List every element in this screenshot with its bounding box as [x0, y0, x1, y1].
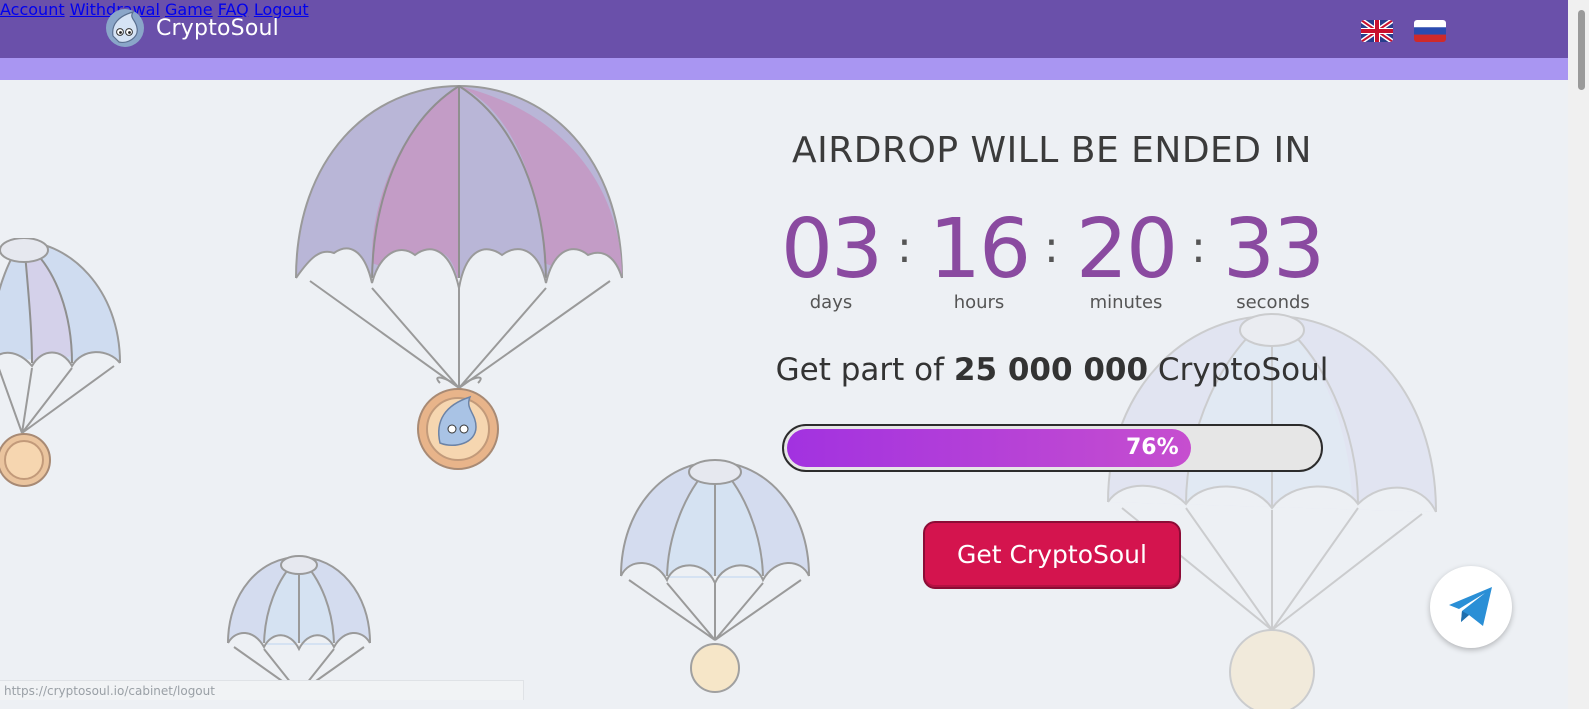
airdrop-headline: AIRDROP WILL BE ENDED IN	[792, 130, 1312, 171]
countdown-timer: 03 days : 16 hours : 20 minutes : 33 sec…	[0, 200, 1589, 320]
page-scrollbar[interactable]	[1568, 0, 1589, 709]
timer-hours-value: 16	[928, 202, 1031, 297]
russian-flag-icon[interactable]	[1414, 20, 1446, 42]
header-accent-strip	[0, 58, 1568, 80]
telegram-button[interactable]	[1430, 566, 1512, 648]
brand-name: CryptoSoul	[156, 15, 279, 41]
timer-days-label: days	[809, 292, 853, 313]
brand[interactable]: CryptoSoul	[105, 8, 279, 48]
scrollbar-thumb[interactable]	[1578, 10, 1585, 90]
reward-amount: 25 000 000	[953, 352, 1149, 388]
nav-account[interactable]: Account	[0, 0, 65, 19]
timer-separator: :	[897, 222, 912, 273]
reward-prefix: Get part of	[775, 352, 945, 388]
timer-separator: :	[1191, 222, 1206, 273]
get-cryptosoul-button[interactable]: Get CryptoSoul	[923, 521, 1181, 589]
timer-hours-label: hours	[953, 292, 1005, 313]
airdrop-progress-bar: 76%	[782, 424, 1323, 472]
cryptosoul-logo-icon	[106, 9, 144, 47]
reward-subtitle: Get part of 25 000 000 CryptoSoul	[760, 352, 1344, 388]
timer-seconds-value: 33	[1222, 202, 1325, 297]
timer-minutes-value: 20	[1075, 202, 1178, 297]
timer-days-value: 03	[780, 202, 883, 297]
telegram-icon	[1449, 587, 1492, 626]
link-status-bar: https://cryptosoul.io/cabinet/logout	[0, 680, 524, 700]
progress-percent: 76%	[1126, 435, 1179, 460]
top-navbar: CryptoSoul Account Withdrawal Game FAQ L…	[0, 0, 1568, 58]
parachute-middle-icon	[620, 459, 810, 693]
timer-minutes-label: minutes	[1089, 292, 1163, 313]
timer-seconds-label: seconds	[1236, 292, 1310, 313]
timer-separator: :	[1044, 222, 1059, 273]
reward-suffix: CryptoSoul	[1157, 352, 1329, 388]
english-flag-icon[interactable]	[1361, 20, 1393, 42]
